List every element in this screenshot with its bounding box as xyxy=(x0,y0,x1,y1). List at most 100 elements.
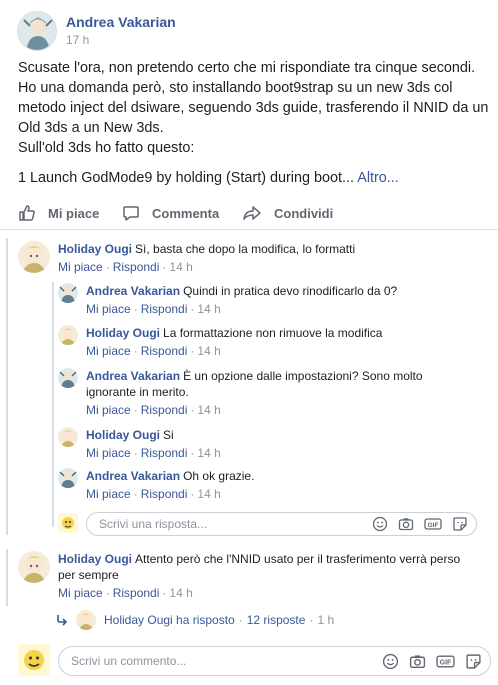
avatar[interactable] xyxy=(18,551,50,583)
comment-text: Sì, basta che dopo la modifica, lo forma… xyxy=(135,242,356,256)
camera-icon[interactable] xyxy=(409,653,426,670)
reply-time[interactable]: 14 h xyxy=(197,487,220,501)
comment: Holiday Ougi Sì, basta che dopo la modifi… xyxy=(18,241,355,275)
reply-reply-link[interactable]: Rispondi xyxy=(141,446,188,460)
reply-like-link[interactable]: Mi piace xyxy=(86,446,131,460)
reply-like-link[interactable]: Mi piace xyxy=(86,302,131,316)
reply-like-link[interactable]: Mi piace xyxy=(86,344,131,358)
comment-input[interactable]: Scrivi un commento... GIF xyxy=(58,646,491,676)
avatar xyxy=(76,610,96,630)
comment-text-cont: per sempre xyxy=(58,568,119,582)
avatar[interactable] xyxy=(58,325,78,345)
post-line: metodo inject del dsiware, seguendo 3ds … xyxy=(18,100,489,116)
reply-author[interactable]: Andrea Vakarian xyxy=(86,469,180,483)
reply: Andrea Vakarian È un opzione dalle impost… xyxy=(58,368,423,418)
reply-author[interactable]: Holiday Ougi xyxy=(86,428,160,442)
post-line: Scusate l'ora, non pretendo certo che mi… xyxy=(18,60,476,76)
reply-author[interactable]: Holiday Ougi xyxy=(86,326,160,340)
comment-like-link[interactable]: Mi piace xyxy=(58,260,103,274)
post-timestamp[interactable]: 17 h xyxy=(66,33,176,47)
avatar[interactable] xyxy=(58,427,78,447)
comment-meta: Mi piace · Rispondi · 14 h xyxy=(58,260,193,274)
avatar[interactable] xyxy=(58,283,78,303)
reply-time[interactable]: 14 h xyxy=(197,344,220,358)
post-line: Ho una domanda però, sto installando boo… xyxy=(18,80,453,96)
comment-label: Commenta xyxy=(152,205,220,221)
reply: Andrea Vakarian Quindi in pratica devo ri… xyxy=(58,283,397,317)
post-body: Scusate l'ora, non pretendo certo che mi… xyxy=(18,58,488,188)
reply-placeholder: Scrivi una risposta... xyxy=(99,517,208,531)
comment-author[interactable]: Holiday Ougi xyxy=(58,552,132,566)
svg-text:GIF: GIF xyxy=(440,659,451,666)
share-arrow-icon xyxy=(242,204,268,222)
reply: Holiday Ougi Si Mi piace · Rispondi · 14 h xyxy=(58,427,221,461)
thread-line xyxy=(6,238,8,535)
post-action-bar: Mi piace Commenta Condividi xyxy=(0,198,498,230)
reply-count-time: 1 h xyxy=(317,613,335,627)
post-header: Andrea Vakarian 17 h xyxy=(17,11,176,51)
reply-reply-link[interactable]: Rispondi xyxy=(141,487,188,501)
gif-icon[interactable]: GIF xyxy=(436,653,455,670)
post-author-name[interactable]: Andrea Vakarian xyxy=(66,14,176,31)
reply: Holiday Ougi La formattazione non rimuove… xyxy=(58,325,382,359)
comment-time[interactable]: 14 h xyxy=(169,260,192,274)
reply-reply-link[interactable]: Rispondi xyxy=(141,403,188,417)
reply-like-link[interactable]: Mi piace xyxy=(86,403,131,417)
comment-reply-link[interactable]: Rispondi xyxy=(113,260,160,274)
avatar[interactable] xyxy=(58,368,78,388)
reply-author[interactable]: Andrea Vakarian xyxy=(86,284,180,298)
avatar[interactable] xyxy=(18,241,50,273)
reply-text: È un opzione dalle impostazioni? Sono mo… xyxy=(183,369,423,383)
thread-line xyxy=(52,282,54,527)
comment-button[interactable]: Commenta xyxy=(122,204,219,222)
reply-text-cont: ignorante in merito. xyxy=(86,385,189,399)
gif-icon[interactable]: GIF xyxy=(424,516,442,532)
reply-input[interactable]: Scrivi una risposta... GIF xyxy=(86,512,477,536)
reply-time[interactable]: 14 h xyxy=(197,446,220,460)
thumbs-up-icon xyxy=(18,204,42,222)
comment-like-link[interactable]: Mi piace xyxy=(58,586,103,600)
comment-time[interactable]: 14 h xyxy=(169,586,192,600)
comment-author[interactable]: Holiday Ougi xyxy=(58,242,132,256)
reply-arrow-icon xyxy=(56,614,68,626)
reply-author[interactable]: Andrea Vakarian xyxy=(86,369,180,383)
reply-text: Quindi in pratica devo rinodificarlo da … xyxy=(183,284,398,298)
comment-reply-link[interactable]: Rispondi xyxy=(113,586,160,600)
comment-placeholder: Scrivi un commento... xyxy=(71,654,187,668)
emoji-icon[interactable] xyxy=(372,516,388,532)
reply-time[interactable]: 14 h xyxy=(197,302,220,316)
post-line: Old 3ds a un New 3ds. xyxy=(18,120,164,136)
reply-text: Si xyxy=(163,428,174,442)
like-button[interactable]: Mi piace xyxy=(18,204,99,222)
reply-reply-link[interactable]: Rispondi xyxy=(141,302,188,316)
current-user-avatar xyxy=(58,513,78,533)
speech-bubble-icon xyxy=(122,204,146,222)
sticker-icon[interactable] xyxy=(452,516,468,532)
reply-text: La formattazione non rimuove la modifica xyxy=(163,326,383,340)
thread-line xyxy=(6,549,8,606)
see-more-link[interactable]: Altro... xyxy=(357,170,399,186)
svg-text:GIF: GIF xyxy=(428,522,439,529)
avatar[interactable] xyxy=(58,468,78,488)
comment-composer xyxy=(18,644,50,676)
view-replies-link[interactable]: Holiday Ougi ha risposto · 12 risposte ·… xyxy=(56,610,334,630)
emoji-icon[interactable] xyxy=(382,653,399,670)
like-label: Mi piace xyxy=(48,205,100,221)
reply-text: Oh ok grazie. xyxy=(183,469,255,483)
post-line-truncated: 1 Launch GodMode9 by holding (Start) dur… xyxy=(18,168,488,188)
reply-reply-link[interactable]: Rispondi xyxy=(141,344,188,358)
comment-text: Attento però che l'NNID usato per il tra… xyxy=(135,552,461,566)
replied-by-label[interactable]: Holiday Ougi ha risposto xyxy=(104,613,235,627)
share-label: Condividi xyxy=(274,205,334,221)
sticker-icon[interactable] xyxy=(465,653,482,670)
comment: Holiday Ougi Attento però che l'NNID usat… xyxy=(18,551,460,601)
author-avatar[interactable] xyxy=(17,11,57,51)
reply: Andrea Vakarian Oh ok grazie. Mi piace · Ri… xyxy=(58,468,254,502)
reply-like-link[interactable]: Mi piace xyxy=(86,487,131,501)
current-user-avatar xyxy=(18,644,50,676)
camera-icon[interactable] xyxy=(398,516,414,532)
reply-time[interactable]: 14 h xyxy=(197,403,220,417)
comment-text-block: Holiday Ougi Sì, basta che dopo la modifi… xyxy=(58,241,355,257)
share-button[interactable]: Condividi xyxy=(242,204,333,222)
reply-count[interactable]: 12 risposte xyxy=(247,613,306,627)
